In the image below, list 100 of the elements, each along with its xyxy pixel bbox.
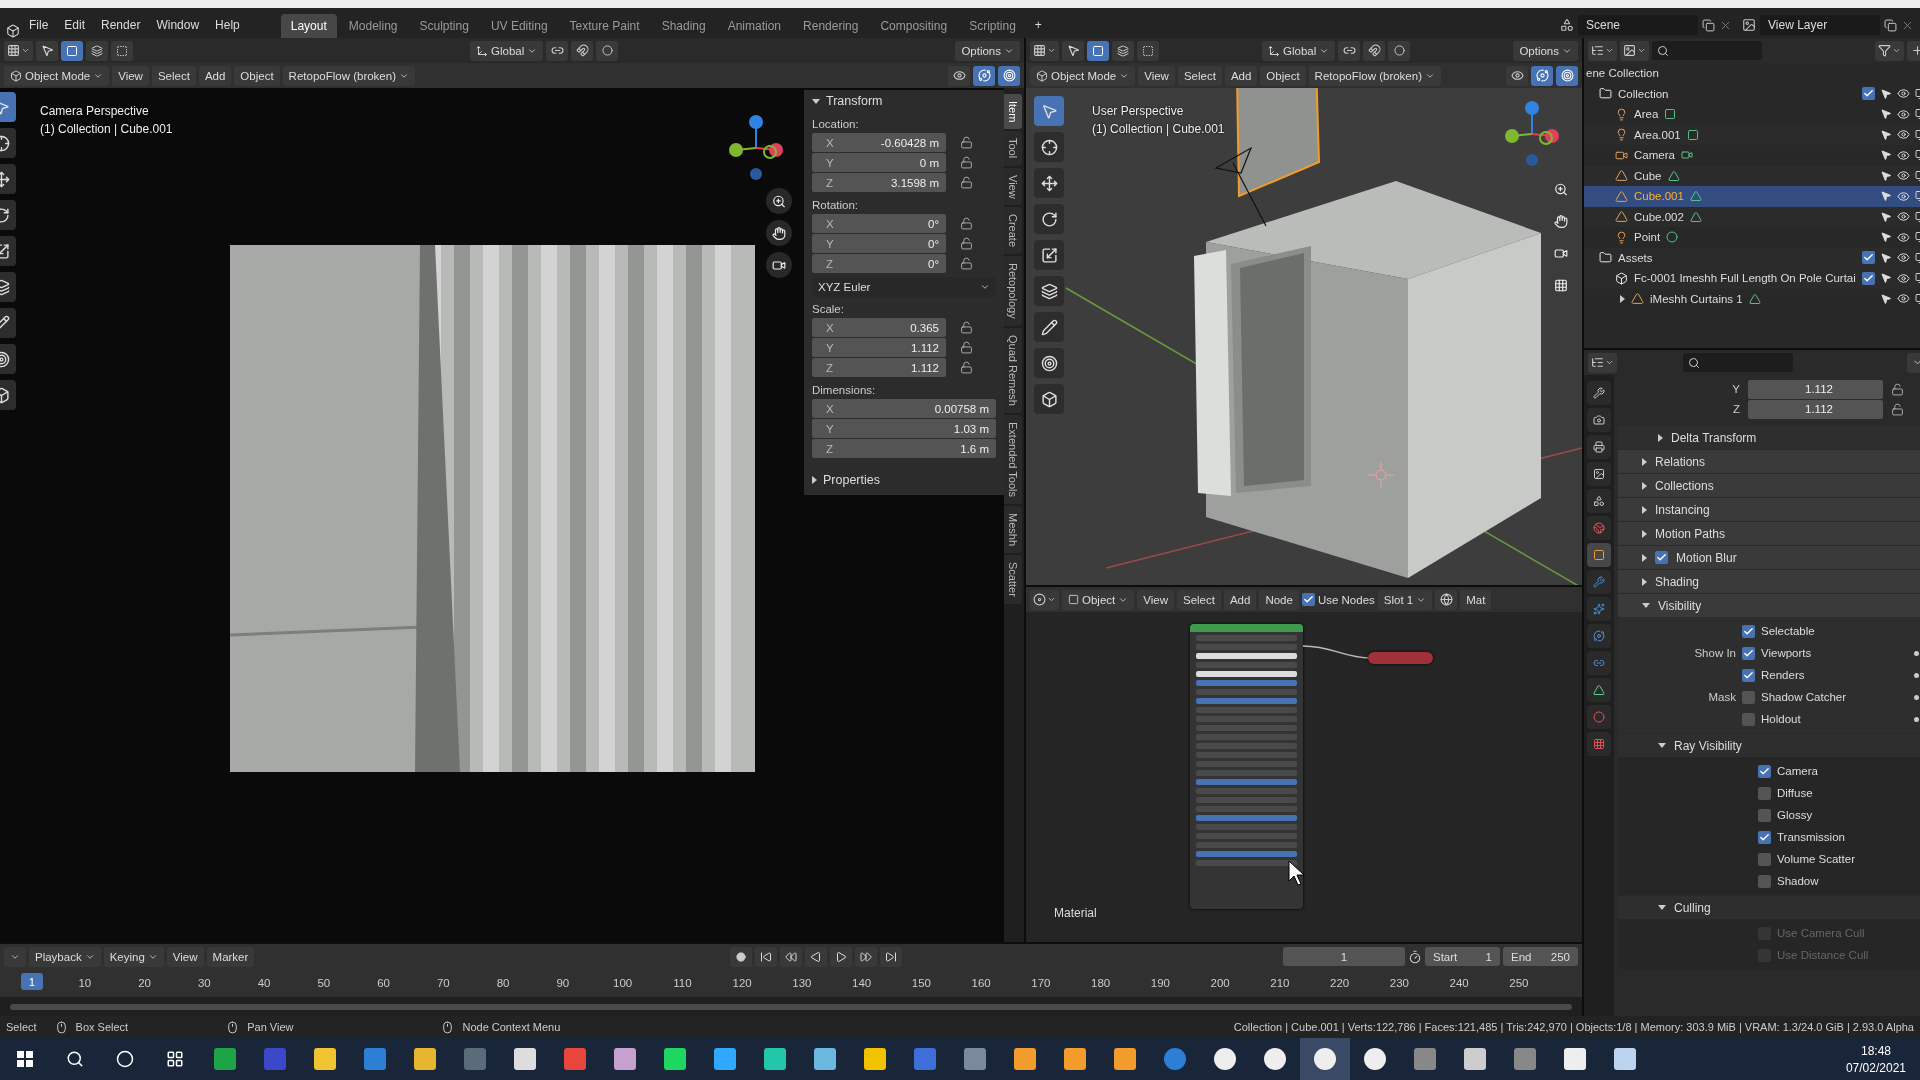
menu-item[interactable]: Edit (57, 12, 93, 38)
panel-title: Properties (823, 473, 880, 487)
menu-button[interactable]: Marker (206, 946, 255, 967)
view-layer-field[interactable]: View Layer (1760, 15, 1880, 35)
subpanel-header[interactable]: Ray Visibility (1618, 733, 1920, 757)
sidebar-tab[interactable]: Meshh (1004, 505, 1022, 553)
menu-button[interactable]: View (1138, 65, 1175, 86)
rotation-mode-dropdown[interactable]: XYZ Euler (812, 277, 996, 297)
current-frame-marker[interactable]: 1 (21, 973, 43, 990)
panel-header[interactable]: Delta Transform (1618, 425, 1920, 449)
workspace-tab[interactable]: UV Editing (480, 14, 558, 38)
outliner-row[interactable]: Cube.001 (1584, 186, 1920, 207)
number-field[interactable]: Y 1.112 (812, 338, 946, 357)
menu-item[interactable]: Window (149, 12, 207, 38)
number-field[interactable]: Z 3.1598 m (812, 173, 946, 192)
mode-dropdown[interactable]: Object Mode (4, 65, 110, 86)
menu-button[interactable]: Node (1259, 589, 1299, 610)
panel-header[interactable]: Motion Paths (1618, 521, 1920, 545)
group-label: Rotation: (812, 198, 860, 213)
status-hint: Node Context Menu (462, 1021, 561, 1033)
number-field[interactable]: Z 0° (812, 254, 946, 273)
menu-button[interactable]: Select (1177, 65, 1222, 86)
checkbox-label: Use Distance Cull (1777, 949, 1869, 961)
menu-button[interactable]: View (112, 65, 149, 86)
addon-dropdown[interactable]: RetopoFlow (broken) (1308, 65, 1441, 86)
workspace-tab[interactable]: Scripting (959, 14, 1026, 38)
number-field[interactable]: Y 1.03 m (812, 419, 996, 438)
frame-number: 250 (1508, 977, 1530, 989)
frame-number: 110 (672, 977, 693, 989)
workspace-tab[interactable]: Animation (717, 14, 792, 38)
menu-button[interactable]: Add (198, 65, 232, 86)
mode-dropdown[interactable]: Object Mode (1030, 65, 1136, 86)
addon-dropdown[interactable]: RetopoFlow (broken) (282, 65, 415, 86)
menu-item[interactable]: Help (208, 12, 247, 38)
frame-number: 210 (1269, 977, 1291, 989)
menu-button[interactable]: View (166, 946, 204, 967)
number-field[interactable]: 1.112 (1748, 399, 1883, 419)
workspace-tab[interactable]: Texture Paint (559, 14, 650, 38)
number-field[interactable]: Y 0 m (812, 153, 946, 172)
material-field[interactable]: Mat (1460, 589, 1492, 610)
sidebar-tab[interactable]: Item (1004, 94, 1022, 130)
subpanel-header[interactable]: Culling (1618, 895, 1920, 919)
workspace-tab[interactable]: Compositing (870, 14, 958, 38)
panel-title: Relations (1655, 454, 1706, 469)
menu-button[interactable]: View (1137, 589, 1174, 610)
menu-dropdown[interactable]: Keying (103, 946, 164, 967)
sidebar-tab[interactable]: Extended Tools (1004, 414, 1022, 504)
panel-header[interactable]: Visibility (1618, 593, 1920, 617)
number-field[interactable]: X 0.00758 m (812, 399, 996, 418)
add-workspace-button[interactable]: + (1027, 12, 1049, 38)
shader-type-dropdown[interactable]: Object (1062, 589, 1135, 610)
current-frame-field[interactable]: 1 (1283, 947, 1405, 966)
panel-header[interactable]: Instancing (1618, 497, 1920, 521)
number-field[interactable]: X -0.60428 m (812, 133, 946, 152)
workspace-tab[interactable]: Sculpting (409, 14, 479, 38)
sidebar-tab[interactable]: Retopology (1004, 256, 1022, 326)
frame-number: 150 (910, 977, 932, 989)
menu-item[interactable]: Render (94, 12, 148, 38)
menu-button[interactable]: Select (1176, 589, 1221, 610)
number-field[interactable]: Z 1.112 (812, 358, 946, 377)
number-field[interactable]: X 0.365 (812, 318, 946, 337)
number-field[interactable]: X 0° (812, 214, 946, 233)
orientation-dropdown[interactable]: Global (1262, 40, 1336, 61)
frame-number: 40 (256, 977, 272, 989)
frame-number: 20 (137, 977, 152, 989)
scene-field[interactable]: Scene (1578, 15, 1698, 35)
menu-item[interactable]: File (22, 12, 56, 38)
panel-header[interactable]: Shading (1618, 569, 1920, 593)
slot-dropdown[interactable]: Slot 1 (1377, 589, 1433, 610)
panel-title: Ray Visibility (1674, 738, 1742, 753)
workspace-tab[interactable]: Layout (280, 14, 337, 38)
orientation-dropdown[interactable]: Global (470, 40, 544, 61)
workspace-tab[interactable]: Rendering (793, 14, 869, 38)
panel-header[interactable]: Collections (1618, 473, 1920, 497)
start-frame-field[interactable]: Start 1 (1425, 947, 1500, 966)
end-frame-field[interactable]: End 250 (1503, 947, 1578, 966)
panel-title: Collections (1655, 478, 1714, 493)
menu-button[interactable]: Add (1224, 65, 1258, 86)
sidebar-tab[interactable]: Scatter (1004, 554, 1022, 604)
number-field[interactable]: 1.112 (1748, 379, 1883, 399)
number-field[interactable]: Z 1.6 m (812, 439, 996, 458)
number-field[interactable]: Y 0° (812, 234, 946, 253)
sidebar-tab[interactable]: View (1004, 167, 1022, 206)
sidebar-tab[interactable]: Tool (1004, 131, 1022, 166)
sidebar-tab[interactable]: Create (1004, 207, 1022, 255)
options-dropdown[interactable]: Options (955, 40, 1020, 61)
panel-title: Motion Blur (1676, 550, 1737, 565)
status-hint: Select (6, 1021, 37, 1033)
group-label: Scale: (812, 302, 845, 317)
workspace-tab[interactable]: Modeling (338, 14, 408, 38)
panel-header[interactable]: Relations (1618, 449, 1920, 473)
menu-dropdown[interactable]: Playback (29, 946, 101, 967)
sidebar-tab[interactable]: Quad Remesh (1004, 327, 1022, 413)
menu-button[interactable]: Object (234, 65, 280, 86)
menu-button[interactable]: Select (151, 65, 196, 86)
workspace-tab[interactable]: Shading (651, 14, 716, 38)
panel-header[interactable]: Motion Blur (1618, 545, 1920, 569)
menu-button[interactable]: Object (1260, 65, 1306, 86)
options-dropdown[interactable]: Options (1513, 40, 1578, 61)
menu-button[interactable]: Add (1223, 589, 1257, 610)
